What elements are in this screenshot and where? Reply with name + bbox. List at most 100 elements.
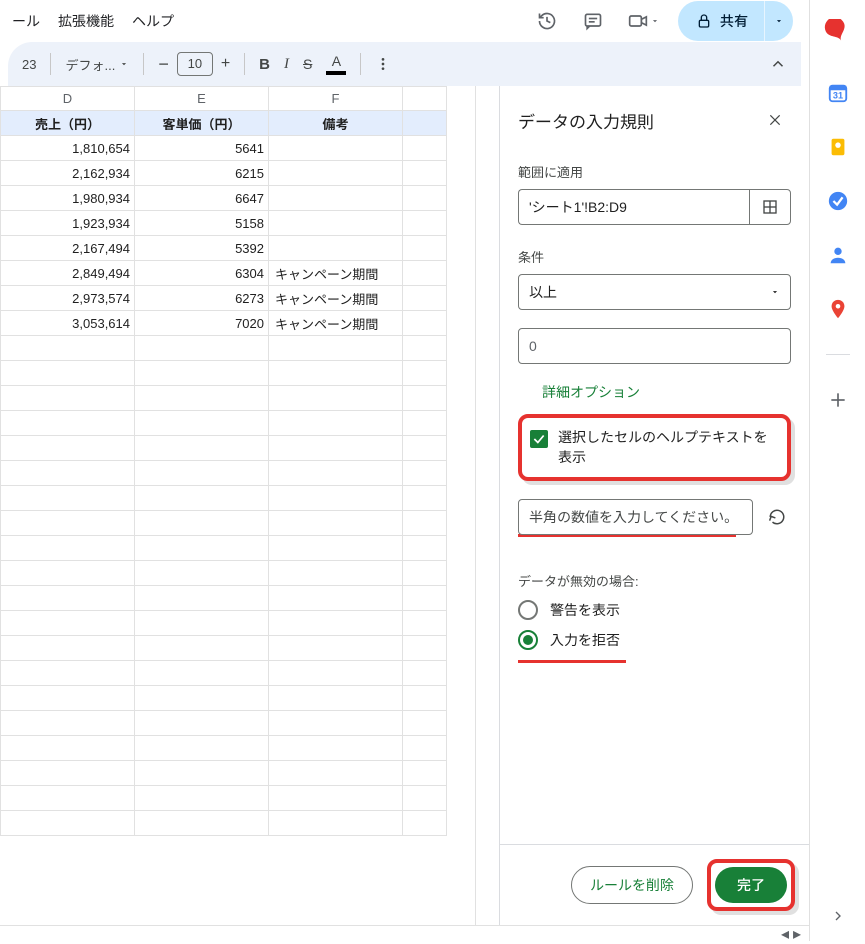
- header-cell[interactable]: 売上（円）: [1, 111, 135, 136]
- delete-rule-button[interactable]: ルールを削除: [571, 866, 693, 904]
- grid-icon: [762, 199, 778, 215]
- cell[interactable]: 6304: [135, 261, 269, 286]
- advanced-options-link[interactable]: 詳細オプション: [542, 382, 791, 402]
- done-button-highlight: 完了: [707, 859, 795, 911]
- cell[interactable]: 1,923,934: [1, 211, 135, 236]
- cell[interactable]: 6215: [135, 161, 269, 186]
- col-header-g[interactable]: [403, 87, 447, 111]
- cell[interactable]: [269, 236, 403, 261]
- cell[interactable]: 1,810,654: [1, 136, 135, 161]
- svg-text:31: 31: [832, 91, 842, 101]
- contacts-icon[interactable]: [821, 238, 855, 272]
- side-rail: 31: [809, 0, 865, 941]
- font-select[interactable]: デフォ...: [59, 49, 135, 79]
- spreadsheet-grid[interactable]: D E F 売上（円） 客単価（円） 備考 1,810,6545641 2,16…: [0, 86, 475, 925]
- share-button-group: 共有: [678, 1, 793, 41]
- history-icon[interactable]: [530, 4, 564, 38]
- cell[interactable]: 1,980,934: [1, 186, 135, 211]
- col-header-d[interactable]: D: [1, 87, 135, 111]
- more-tools[interactable]: [369, 49, 397, 79]
- cell[interactable]: 5158: [135, 211, 269, 236]
- condition-select[interactable]: 以上: [518, 274, 791, 310]
- cell[interactable]: [269, 186, 403, 211]
- more-vertical-icon: [375, 56, 391, 72]
- menubar: ール 拡張機能 ヘルプ 共有: [0, 0, 809, 42]
- cell[interactable]: 2,973,574: [1, 286, 135, 311]
- cell[interactable]: 5392: [135, 236, 269, 261]
- keep-icon[interactable]: [821, 130, 855, 164]
- cell[interactable]: キャンペーン期間: [269, 286, 403, 311]
- cell[interactable]: 2,167,494: [1, 236, 135, 261]
- check-icon: [532, 432, 546, 446]
- calendar-icon[interactable]: 31: [821, 76, 855, 110]
- toolbar: 23 デフォ... − 10 + B I S A: [8, 42, 801, 86]
- reset-help-text-button[interactable]: [763, 503, 791, 531]
- cell[interactable]: [269, 211, 403, 236]
- font-size-increase[interactable]: +: [215, 49, 236, 79]
- header-cell[interactable]: 備考: [269, 111, 403, 136]
- help-text-label: 選択したセルのヘルプテキストを表示: [558, 428, 777, 467]
- col-header-f[interactable]: F: [269, 87, 403, 111]
- cell[interactable]: [269, 161, 403, 186]
- radio-warn-label: 警告を表示: [550, 600, 620, 620]
- range-input[interactable]: [518, 189, 749, 225]
- refresh-icon: [768, 508, 786, 526]
- annotation-underline: [518, 660, 626, 663]
- cell[interactable]: 6647: [135, 186, 269, 211]
- share-button[interactable]: 共有: [678, 1, 765, 41]
- cell[interactable]: キャンペーン期間: [269, 261, 403, 286]
- bold-button[interactable]: B: [253, 49, 276, 79]
- panel-toggle[interactable]: [763, 49, 793, 79]
- menu-extensions[interactable]: 拡張機能: [50, 5, 122, 37]
- close-icon: [768, 113, 782, 127]
- cell[interactable]: 2,849,494: [1, 261, 135, 286]
- close-button[interactable]: [759, 104, 791, 136]
- lock-icon: [696, 13, 712, 29]
- tasks-icon[interactable]: [821, 184, 855, 218]
- cell[interactable]: 3,053,614: [1, 311, 135, 336]
- done-button[interactable]: 完了: [715, 867, 787, 903]
- range-label: 範囲に適用: [518, 162, 791, 181]
- help-text-checkbox-highlight: 選択したセルのヘルプテキストを表示: [518, 414, 791, 481]
- header-cell[interactable]: 客単価（円）: [135, 111, 269, 136]
- number-format[interactable]: 23: [16, 49, 42, 79]
- share-label: 共有: [720, 11, 748, 31]
- collapse-rail-icon[interactable]: [821, 899, 855, 933]
- radio-show-warning[interactable]: 警告を表示: [518, 600, 791, 620]
- cell[interactable]: キャンペーン期間: [269, 311, 403, 336]
- help-text-checkbox[interactable]: [530, 430, 548, 448]
- cell[interactable]: 2,162,934: [1, 161, 135, 186]
- maps-icon[interactable]: [821, 292, 855, 326]
- share-dropdown[interactable]: [765, 1, 793, 41]
- strikethrough-button[interactable]: S: [297, 49, 318, 79]
- chevron-up-icon: [769, 55, 787, 73]
- threshold-input[interactable]: [518, 328, 791, 364]
- cell[interactable]: 5641: [135, 136, 269, 161]
- radio-icon: [518, 630, 538, 650]
- menu-tool[interactable]: ール: [4, 5, 48, 37]
- caret-down-icon: [770, 287, 780, 297]
- cell[interactable]: 7020: [135, 311, 269, 336]
- radio-reject-input[interactable]: 入力を拒否: [518, 630, 791, 650]
- brand-icon[interactable]: [816, 12, 860, 56]
- comment-icon[interactable]: [576, 4, 610, 38]
- horizontal-scrollbar[interactable]: ◂ ▸: [0, 925, 809, 941]
- col-header-e[interactable]: E: [135, 87, 269, 111]
- panel-title: データの入力規則: [518, 108, 654, 133]
- italic-button[interactable]: I: [278, 49, 295, 79]
- meet-icon[interactable]: [622, 4, 666, 38]
- radio-reject-label: 入力を拒否: [550, 630, 620, 650]
- help-text-input[interactable]: [518, 499, 753, 535]
- cell[interactable]: [269, 136, 403, 161]
- caret-down-icon: [119, 59, 129, 69]
- invalid-data-label: データが無効の場合:: [518, 571, 791, 590]
- add-icon[interactable]: [821, 383, 855, 417]
- select-range-button[interactable]: [749, 189, 791, 225]
- font-size-input[interactable]: 10: [177, 52, 213, 76]
- cell[interactable]: 6273: [135, 286, 269, 311]
- caret-down-icon: [774, 16, 784, 26]
- vertical-scrollbar[interactable]: [475, 86, 491, 925]
- menu-help[interactable]: ヘルプ: [124, 5, 182, 37]
- text-color-button[interactable]: A: [320, 49, 352, 79]
- font-size-decrease[interactable]: −: [152, 49, 175, 79]
